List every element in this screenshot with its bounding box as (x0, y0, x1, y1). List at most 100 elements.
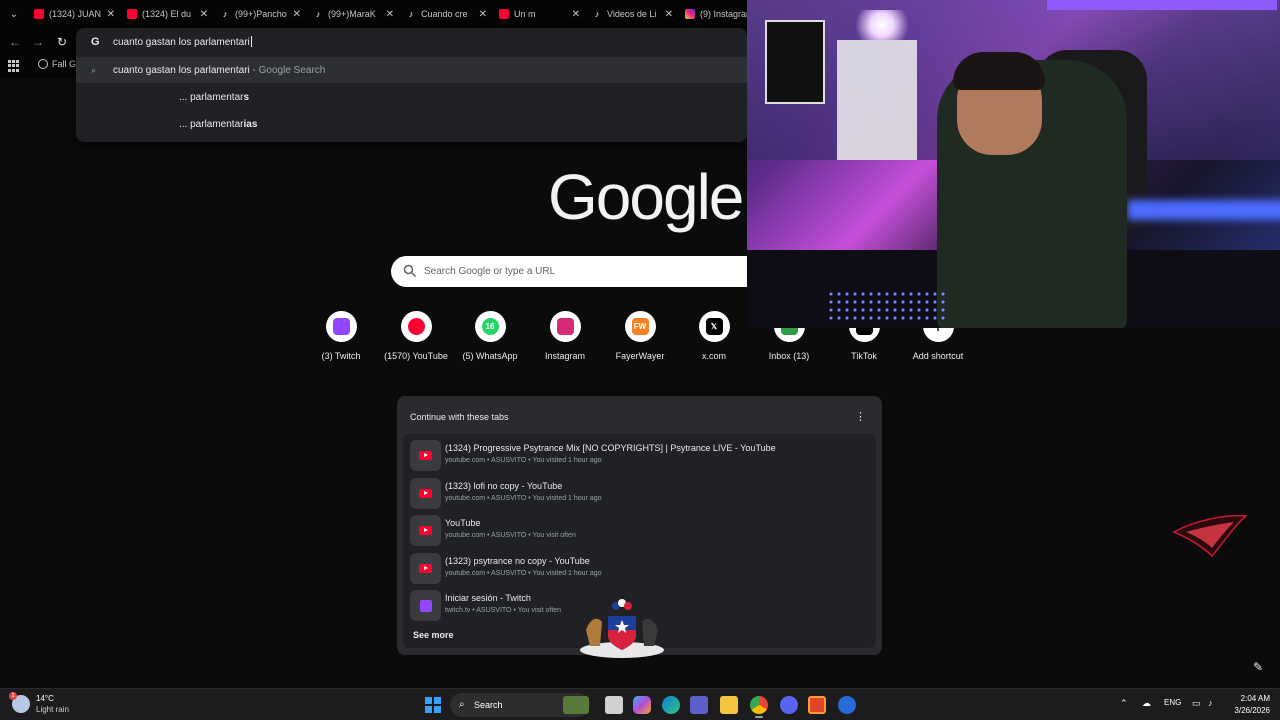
fayerwayer-icon: FW (631, 318, 649, 335)
tiktok-icon: ♪ (222, 9, 228, 19)
browser-tab[interactable]: ♪ (99+)MaraK ✕ (307, 0, 400, 28)
continue-tab-subtitle: youtube.com • ASUSVITO • You visited 1 h… (445, 457, 602, 464)
shortcut-label: (1570) YouTube (384, 351, 448, 361)
keyboard (827, 290, 947, 320)
close-tab-icon[interactable]: ✕ (386, 9, 394, 20)
shortcut-label: TikTok (851, 351, 877, 361)
volume-icon[interactable]: ♪ (1208, 698, 1213, 708)
tab-title: (99+)MaraK (328, 9, 376, 19)
continue-tab-subtitle: twitch.tv • ASUSVITO • You visit often (445, 607, 562, 614)
discord-icon[interactable] (780, 696, 798, 714)
tray-chevron-icon[interactable]: ⌃ (1120, 698, 1128, 709)
close-tab-icon[interactable]: ✕ (293, 9, 301, 20)
twitch-icon (419, 599, 432, 612)
network-icon[interactable]: ▭ (1192, 698, 1201, 709)
globe-icon (38, 59, 48, 69)
suggestion-suffix: - Google Search (249, 64, 326, 76)
omnibox-input[interactable]: G cuanto gastan los parlamentari (76, 28, 747, 56)
chrome-icon[interactable] (750, 696, 768, 714)
shortcut-tile[interactable]: 𝕏x.com (677, 311, 751, 361)
continue-tab-title: Iniciar sesión - Twitch (445, 593, 531, 603)
forward-arrow-icon[interactable]: → (29, 33, 47, 51)
customize-pencil-icon[interactable]: ✎ (1253, 660, 1263, 674)
mixed-icon (499, 9, 509, 19)
browser-tab[interactable]: (1324) El du ✕ (121, 0, 214, 28)
instagram-icon (556, 318, 574, 335)
weather-widget[interactable]: 1 14°C Light rain (9, 692, 69, 715)
weather-badge: 1 (9, 692, 17, 700)
browser-tab[interactable]: Un m ✕ (493, 0, 586, 28)
more-options-icon[interactable]: ⋮ (855, 410, 866, 423)
browser-tab[interactable]: (1324) JUAN ✕ (28, 0, 121, 28)
shortcut-tile[interactable]: 16 (5) WhatsApp (453, 311, 527, 361)
close-tab-icon[interactable]: ✕ (479, 9, 487, 20)
shortcut-icon-circle (549, 311, 581, 342)
shortcut-tile[interactable]: (1570) YouTube (379, 311, 453, 361)
streaming-app-icon[interactable] (808, 696, 826, 714)
continue-tab-row[interactable]: (1323) psytrance no copy - YouTube youtub… (407, 551, 872, 585)
favicon-tile (410, 552, 441, 584)
continue-tab-title: (1324) Progressive Psytrance Mix [NO COP… (445, 443, 776, 453)
edge-icon[interactable] (662, 696, 680, 714)
browser-tab[interactable]: ♪ Videos de Li ✕ (586, 0, 679, 28)
apps-grid-icon[interactable] (8, 60, 20, 72)
browser-tab[interactable]: ♪ Cuando cre ✕ (400, 0, 493, 28)
tab-title: Un m (514, 9, 536, 19)
close-tab-icon[interactable]: ✕ (572, 9, 580, 20)
favicon-tile (410, 440, 441, 471)
rog-logo (1172, 514, 1248, 558)
windows-start-icon[interactable] (425, 697, 441, 713)
shortcut-tile[interactable]: Instagram (528, 311, 602, 361)
search-icon: ⌕ (91, 64, 97, 75)
google-logo: Google (548, 161, 744, 233)
continue-tab-row[interactable]: (1323) lofi no copy - YouTube youtube.com… (407, 476, 872, 510)
browser-tab[interactable]: ♪ (99+)Pancho ✕ (214, 0, 307, 28)
active-app-indicator (755, 716, 763, 718)
tabs-container: (1324) JUAN ✕ (1324) El du ✕ ♪ (99+)Pancho ✕ ♪ (… (28, 0, 772, 28)
suggestion-row-2[interactable]: ... parlamentars (76, 84, 747, 110)
clock[interactable]: 2:04 AM 3/26/2026 (1226, 693, 1270, 717)
continue-tab-subtitle: youtube.com • ASUSVITO • You visited 1 h… (445, 569, 602, 577)
omnibox-text: cuanto gastan los parlamentari (113, 37, 250, 48)
taskbar-search-label: Search (474, 700, 503, 710)
shortcut-tile[interactable]: FW FayerWayer (603, 311, 677, 361)
close-tab-icon[interactable]: ✕ (200, 9, 208, 20)
see-more-link[interactable]: See more (413, 630, 454, 640)
taskbar-search[interactable]: ⌕ Search (450, 693, 590, 717)
shortcut-icon-circle: 𝕏 (698, 311, 730, 342)
language-indicator[interactable]: ENG (1164, 698, 1181, 707)
back-arrow-icon[interactable]: ← (6, 33, 24, 51)
card-title: Continue with these tabs (410, 412, 509, 422)
suggestion-bold: ias (243, 118, 258, 130)
suggestion-row-1[interactable]: ⌕ cuanto gastan los parlamentari - Googl… (76, 57, 747, 83)
youtube-icon (419, 526, 432, 535)
close-tab-icon[interactable]: ✕ (665, 9, 673, 20)
task-view-icon[interactable] (605, 696, 623, 714)
continue-tab-row[interactable]: YouTube youtube.com • ASUSVITO • You visi… (407, 513, 872, 547)
favicon-tile (410, 515, 441, 546)
continue-tab-title: (1323) psytrance no copy - YouTube (445, 555, 590, 566)
webcam-overlay (747, 0, 1280, 328)
close-tab-icon[interactable]: ✕ (107, 9, 115, 20)
teams-icon[interactable] (690, 696, 708, 714)
search-input[interactable]: Search Google or type a URL (391, 256, 751, 287)
shortcut-tile[interactable]: (3) Twitch (304, 311, 378, 361)
file-explorer-icon[interactable] (720, 696, 738, 714)
youtube-icon (34, 9, 44, 19)
tab-search-chevron-icon[interactable]: ⌄ (0, 0, 28, 28)
tray-app-icon[interactable]: ☁ (1142, 698, 1151, 709)
shortcut-label: x.com (701, 351, 726, 361)
taskbar: 1 14°C Light rain ⌕ Search ⌃ ☁ ENG ▭ ♪ 2… (0, 688, 1280, 720)
armoury-crate-icon[interactable] (838, 696, 856, 714)
continue-tab-subtitle: youtube.com • ASUSVITO • You visited 1 h… (445, 494, 602, 502)
bookmark-fall-guys[interactable]: Fall Gu (38, 59, 81, 69)
continue-tab-row[interactable]: (1324) Progressive Psytrance Mix [NO COP… (407, 438, 872, 472)
continue-tab-title: YouTube (445, 518, 481, 528)
reload-icon[interactable]: ↻ (53, 33, 71, 51)
copilot-icon[interactable] (633, 696, 651, 714)
shortcut-icon-circle (325, 311, 357, 342)
clock-time: 2:04 AM (1240, 694, 1270, 703)
instagram-icon (685, 9, 695, 19)
suggestion-row-3[interactable]: ... parlamentarias (76, 111, 747, 137)
youtube-icon (127, 9, 137, 19)
